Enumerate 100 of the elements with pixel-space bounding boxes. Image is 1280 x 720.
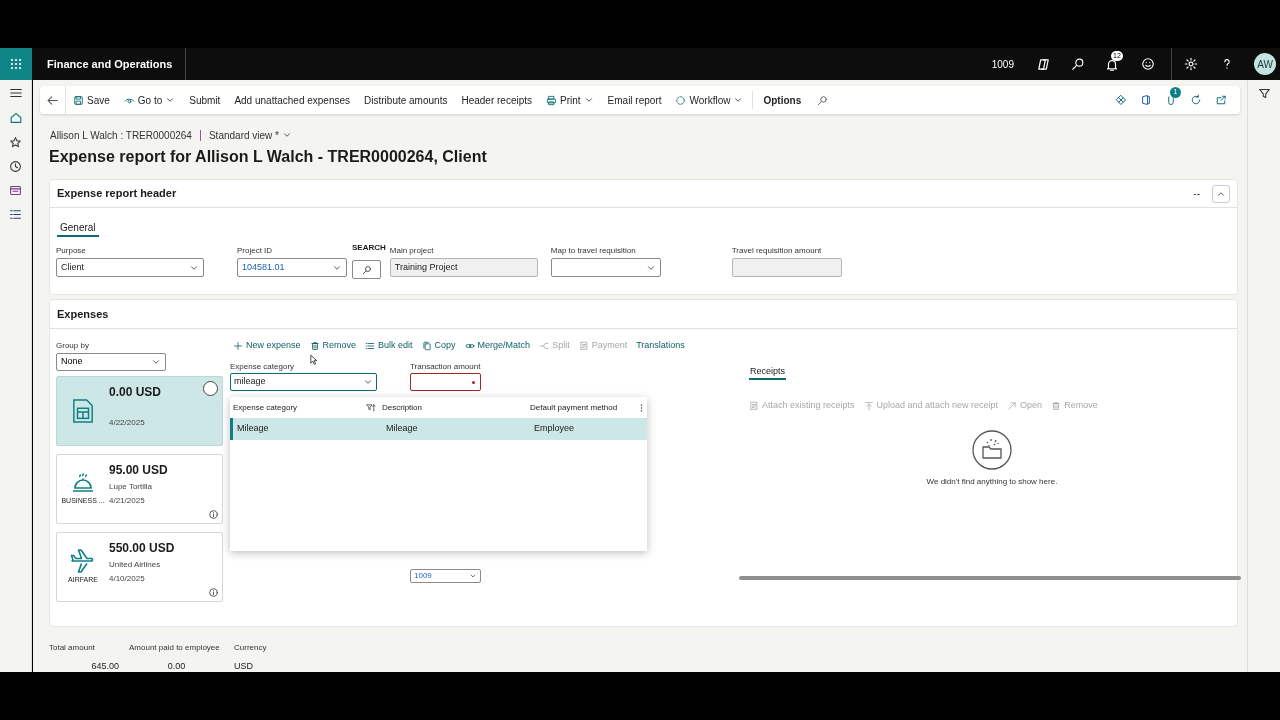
toolbar-button[interactable]: Add unattached expenses — [227, 86, 358, 114]
field-label: Travel requisition amount — [731, 246, 823, 256]
waffle-icon — [10, 58, 22, 70]
toolbar-button[interactable]: Go to — [116, 86, 183, 114]
dropdown-field[interactable]: Client — [56, 258, 204, 277]
options-tab[interactable]: Options — [755, 86, 810, 114]
workspace-icon[interactable] — [9, 184, 22, 197]
field-label: Purpose — [56, 246, 87, 256]
search-button[interactable] — [352, 260, 381, 279]
toolbar-button[interactable]: Bulk edit — [362, 339, 419, 353]
home-icon[interactable] — [8, 111, 23, 125]
toolbar-button[interactable]: Distribute amounts — [357, 86, 455, 114]
merchant-name: United Airlines — [109, 559, 162, 570]
list-icon — [365, 341, 376, 351]
field-label: Project ID — [237, 246, 274, 256]
merchant-name: Lupe Tortilla — [109, 481, 153, 492]
attachment-icon[interactable] — [1165, 94, 1177, 106]
toolbar-button[interactable]: Submit — [182, 86, 228, 114]
transaction-amount-field[interactable] — [410, 373, 481, 391]
chevron-icon — [583, 95, 594, 105]
chevron-icon — [733, 95, 744, 105]
toolbar-button[interactable]: Save — [66, 86, 117, 114]
settings-icon[interactable] — [1184, 57, 1198, 71]
star-icon[interactable] — [9, 136, 22, 149]
more-icon[interactable] — [640, 402, 643, 413]
search-icon[interactable] — [1071, 57, 1085, 71]
receipt-icon — [578, 341, 589, 351]
toolbar-button[interactable]: Translations — [633, 339, 691, 353]
total-value: 0.00 — [166, 660, 187, 672]
column-header[interactable]: Default payment method — [530, 401, 634, 414]
chevron-icon — [363, 377, 373, 387]
user-avatar[interactable]: AW — [1254, 53, 1276, 75]
column-header[interactable]: Description — [382, 401, 524, 414]
section-tab[interactable]: General — [57, 220, 99, 237]
chevron-icon — [469, 572, 477, 580]
total-value: USD — [234, 660, 254, 672]
chevron-icon — [151, 357, 161, 367]
toolbar-button[interactable]: Email report — [600, 86, 669, 114]
expense-amount: 95.00 USD — [109, 463, 168, 478]
company-picker[interactable]: 1009 — [991, 56, 1014, 72]
expense-amount: 550.00 USD — [109, 541, 175, 556]
app-title[interactable]: Finance and Operations — [47, 55, 173, 73]
filter-sort-icon[interactable] — [366, 402, 376, 413]
field-label: Currency — [234, 642, 268, 654]
dropdown-field[interactable]: 1009 — [410, 569, 481, 583]
table-cell-text: Mileage — [386, 422, 419, 436]
diamond-icon[interactable] — [1115, 94, 1127, 106]
view-selector[interactable]: Standard view * — [208, 127, 292, 143]
group-by-dropdown[interactable]: None — [56, 353, 166, 371]
table-cell-text: Employee — [534, 422, 576, 436]
expense-card[interactable]: 0.00 USD 4/22/2025 — [56, 376, 223, 446]
chevron-icon — [282, 130, 292, 140]
info-icon[interactable] — [208, 509, 219, 520]
toolbar-button[interactable]: Remove — [306, 339, 363, 353]
cloche-icon — [71, 471, 95, 494]
open-in-new-icon[interactable] — [1215, 94, 1227, 106]
toolbar-button[interactable]: Copy — [418, 339, 462, 353]
field-label: Amount paid to employee — [129, 642, 221, 654]
info-icon[interactable] — [208, 587, 219, 598]
toolbar-button[interactable]: Workflow — [668, 86, 751, 114]
field-label: Main project — [389, 246, 435, 256]
field-label: Total amount — [49, 642, 96, 654]
dropdown-field[interactable] — [550, 258, 661, 277]
field-label: SEARCH — [352, 242, 386, 254]
read-only-field: Training Project — [389, 258, 538, 277]
summary-text: -- — [1193, 187, 1200, 201]
lookup-row[interactable]: Mileage Mileage Employee — [230, 418, 647, 440]
menu-icon[interactable] — [8, 86, 23, 100]
receipt-icon — [748, 400, 759, 411]
clock-icon[interactable] — [9, 160, 22, 173]
trash-icon — [309, 341, 320, 351]
expense-category-field[interactable]: mileage — [230, 373, 377, 391]
total-value: 645.00 — [90, 660, 119, 672]
expense-date: 4/10/2025 — [109, 573, 146, 585]
field-label: Map to travel requisition — [550, 246, 637, 256]
office-icon[interactable] — [1140, 94, 1152, 106]
bell-icon[interactable] — [1105, 58, 1119, 72]
toolbar-button[interactable]: Header receipts — [454, 86, 539, 114]
airplane-icon — [70, 548, 96, 573]
column-header[interactable]: Expense category — [233, 401, 366, 414]
toolbar-button[interactable]: Print — [539, 86, 601, 114]
horizontal-scrollbar[interactable] — [738, 576, 1241, 580]
document-icon — [72, 398, 94, 424]
filter-icon[interactable] — [1257, 87, 1271, 100]
empty-state-message: We didn't find anything to show here. — [926, 475, 1058, 488]
refresh-icon[interactable] — [1190, 94, 1202, 106]
app-launcher-button[interactable] — [0, 48, 32, 80]
printer-icon — [546, 94, 557, 106]
mouse-pointer-icon — [310, 354, 318, 366]
toolbar-button[interactable]: New expense — [230, 339, 307, 353]
expense-date: 4/22/2025 — [109, 417, 146, 429]
dashed-circle-icon — [675, 94, 687, 106]
link-icon — [464, 341, 475, 351]
copilot-icon[interactable] — [1036, 56, 1051, 72]
modules-icon[interactable] — [9, 208, 22, 221]
toolbar-button[interactable]: Merge/Match — [461, 339, 537, 353]
record-caption: Allison L Walch : TRER0000264 — [50, 128, 192, 143]
dropdown-field[interactable]: 104581.01 — [237, 258, 347, 277]
smiley-icon[interactable] — [1141, 57, 1155, 71]
receipts-tab[interactable]: Receipts — [748, 365, 786, 380]
